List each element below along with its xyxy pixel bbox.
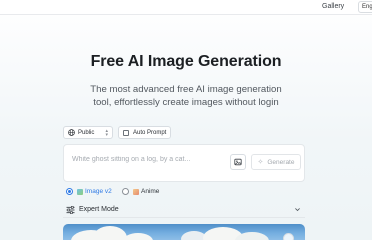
image-upload-button[interactable] — [230, 154, 246, 170]
generate-button[interactable]: ✧ Generate — [251, 154, 301, 170]
auto-prompt-label: Auto Prompt — [133, 129, 167, 136]
image-icon — [234, 158, 242, 166]
page-subtitle: The most advanced free AI image generati… — [90, 84, 282, 108]
generate-label: Generate — [267, 158, 295, 166]
globe-icon — [68, 129, 75, 136]
language-selector[interactable]: English — [358, 1, 372, 13]
model-label: Image v2 — [85, 188, 112, 195]
example-image-preview — [63, 224, 305, 240]
auto-prompt-checkbox[interactable] — [123, 129, 129, 136]
sliders-icon — [66, 205, 75, 214]
radio-unselected[interactable] — [122, 188, 129, 195]
model-label: Anime — [141, 188, 160, 195]
preview-action-button[interactable] — [283, 233, 294, 240]
visibility-select[interactable]: Public ▴ ▾ — [63, 126, 113, 139]
auto-prompt-toggle[interactable]: Auto Prompt — [118, 126, 171, 139]
prompt-panel: ✧ Generate — [63, 144, 305, 182]
chevron-down-icon — [295, 208, 300, 212]
expert-mode-toggle[interactable]: Expert Mode — [63, 202, 305, 218]
sparkle-icon: ✧ — [257, 159, 264, 166]
gallery-link[interactable]: Gallery — [322, 3, 344, 10]
model-thumbnail — [133, 188, 139, 195]
radio-selected[interactable] — [66, 188, 73, 195]
visibility-label: Public — [78, 129, 95, 136]
prompt-input[interactable] — [72, 154, 222, 164]
model-thumbnail — [77, 188, 83, 195]
page-title: Free AI Image Generation — [90, 53, 282, 70]
up-down-chevron-icon: ▴ ▾ — [105, 128, 108, 138]
model-option-image-v2[interactable]: Image v2 — [66, 187, 112, 196]
top-navigation-bar: Gallery English — [0, 0, 372, 15]
expert-mode-label: Expert Mode — [79, 206, 119, 213]
model-option-anime[interactable]: Anime — [122, 187, 159, 196]
